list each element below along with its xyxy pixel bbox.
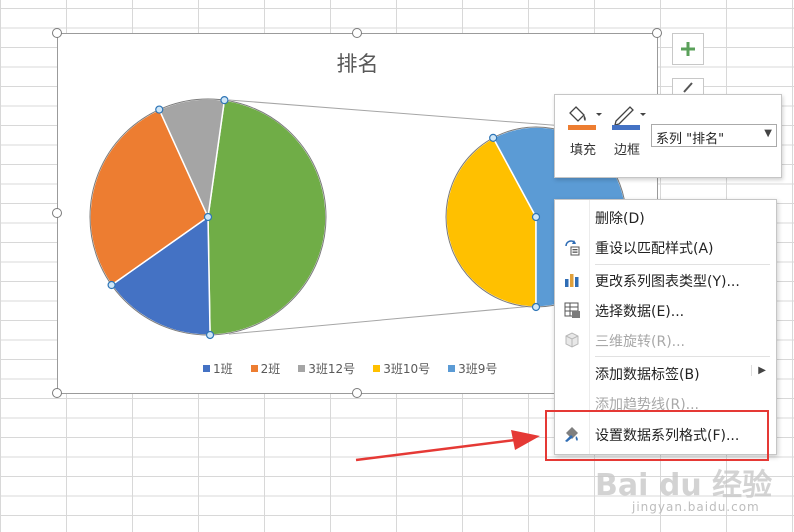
legend-swatch [373,365,381,372]
legend-label: 1班 [213,362,233,376]
legend-item: 3班9号 [448,360,497,377]
legend-label: 3班9号 [458,362,498,376]
series-selection-handle[interactable] [220,96,229,105]
menu-item-label: 添加数据标签(B) [595,367,700,383]
submenu-arrow-icon: ▶ [751,365,766,376]
chevron-down-icon: ▼ [764,128,772,139]
menu-item-change-chart-type[interactable]: 更改系列图表类型(Y)... [555,267,776,293]
menu-item-label: 重设以匹配样式(A) [595,241,714,257]
pie-slice-other[interactable] [207,99,327,336]
legend-label: 3班12号 [308,362,356,376]
menu-item-label: 三维旋转(R)... [595,334,686,350]
legend-label: 2班 [260,362,281,376]
border-label: 边框 [613,143,640,158]
menu-item-select-data[interactable]: 选择数据(E)... [555,297,776,323]
menu-item-label: 删除(D) [595,211,645,227]
legend-item: 3班10号 [373,360,430,377]
plus-icon [681,42,695,56]
legend-label: 3班10号 [383,362,431,376]
legend-swatch [448,365,456,372]
annotation-highlight-box [545,410,769,461]
resize-handle-top-right[interactable] [652,28,662,38]
3d-rotation-icon [565,332,579,348]
connector-line-top [228,99,604,130]
legend-item: 1班 [203,360,233,377]
menu-item-reset-style[interactable]: 重设以匹配样式(A) [555,234,776,260]
chart-elements-button[interactable] [672,33,704,65]
series-selection-handle[interactable] [489,133,498,142]
baidu-watermark: Bai du 经验 [595,468,773,503]
series-selection-handle[interactable] [531,212,541,222]
reset-style-icon [565,240,580,256]
format-mini-toolbar: 填充 边框 系列 "排名" ▼ [554,94,782,178]
menu-item-3d-rotation: 三维旋转(R)... [555,327,776,353]
menu-separator [595,356,770,357]
pen-icon [612,106,646,130]
border-tool[interactable]: 边框 [603,103,651,158]
resize-handle-top[interactable] [352,28,362,38]
brush-icon [683,82,693,93]
menu-item-label: 选择数据(E)... [595,304,685,320]
legend-swatch [298,365,306,372]
menu-separator [595,264,770,265]
paint-bucket-icon [568,106,602,130]
fill-tool[interactable]: 填充 [559,103,607,158]
menu-item-label: 更改系列图表类型(Y)... [595,274,740,290]
series-selection-handle[interactable] [205,330,215,340]
legend-item: 2班 [250,360,281,377]
baidu-watermark-url: jingyan.baidu.com [632,500,760,514]
menu-item-add-data-labels[interactable]: 添加数据标签(B) ▶ [555,360,776,386]
legend-swatch [250,365,258,372]
resize-handle-bottom[interactable] [352,388,362,398]
resize-handle-top-left[interactable] [52,28,62,38]
resize-handle-bottom-left[interactable] [52,388,62,398]
legend-swatch [203,365,210,372]
resize-handle-left[interactable] [52,208,62,218]
series-selector-value: 系列 "排名" [656,132,725,147]
change-chart-type-icon [565,274,579,287]
series-selection-handle[interactable] [155,105,164,114]
fill-label: 填充 [569,143,596,158]
series-selector[interactable]: 系列 "排名" ▼ [651,124,777,147]
chart-legend[interactable]: 1班 2班 3班12号 3班10号 3班9号 [203,360,497,377]
menu-item-delete[interactable]: 删除(D) [555,204,776,230]
legend-item: 3班12号 [298,360,355,377]
series-selection-handle[interactable] [531,302,541,312]
select-data-icon [564,302,580,318]
series-selection-handle[interactable] [107,280,116,290]
series-selection-handle[interactable] [203,212,213,222]
